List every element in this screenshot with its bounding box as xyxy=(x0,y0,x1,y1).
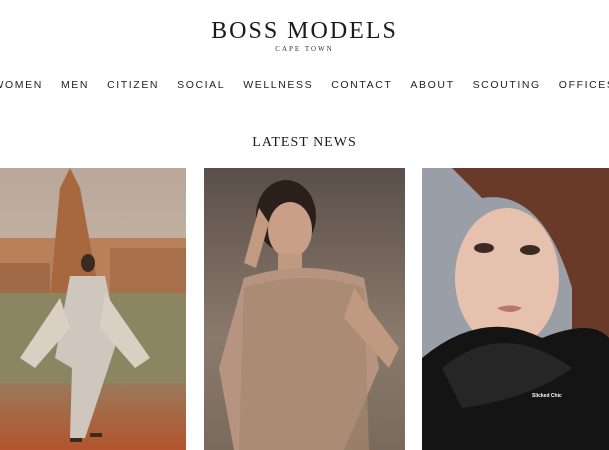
news-tile-1[interactable] xyxy=(0,168,186,450)
news-image-2 xyxy=(204,168,405,450)
nav-item-citizen[interactable]: CITIZEN xyxy=(107,79,159,91)
nav-item-men[interactable]: MEN xyxy=(61,79,89,91)
nav-item-women[interactable]: WOMEN xyxy=(0,79,43,91)
nav-item-about[interactable]: ABOUT xyxy=(410,79,454,91)
magazine-caption-title: Slicked Chic xyxy=(532,393,562,399)
nav-item-offices[interactable]: OFFICES xyxy=(559,79,609,91)
nav-item-wellness[interactable]: WELLNESS xyxy=(243,79,313,91)
brand-logo[interactable]: BOSS MODELS CAPE TOWN xyxy=(0,18,609,53)
news-image-3 xyxy=(422,168,609,450)
nav-item-contact[interactable]: CONTACT xyxy=(331,79,392,91)
brand-title: BOSS MODELS xyxy=(211,18,398,44)
brand-subtitle: CAPE TOWN xyxy=(275,45,334,53)
news-tile-2[interactable] xyxy=(204,168,405,450)
news-tile-3[interactable]: Slicked Chic xyxy=(422,168,609,450)
main-nav: WOMEN MEN CITIZEN SOCIAL WELLNESS CONTAC… xyxy=(0,79,609,91)
latest-news-heading: LATEST NEWS xyxy=(252,135,357,150)
magazine-caption: Slicked Chic xyxy=(532,394,608,400)
nav-item-scouting[interactable]: SCOUTING xyxy=(473,79,541,91)
news-image-1 xyxy=(0,168,186,450)
nav-item-social[interactable]: SOCIAL xyxy=(177,79,225,91)
